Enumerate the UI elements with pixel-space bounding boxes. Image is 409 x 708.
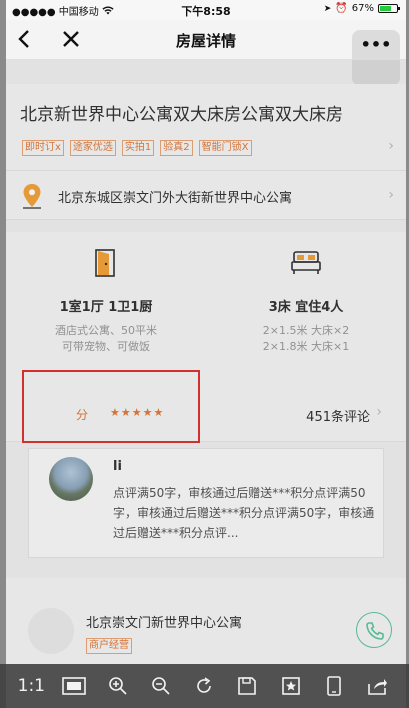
avatar (49, 457, 93, 501)
rotate-icon (197, 677, 211, 693)
battery-icon (378, 4, 400, 13)
battery-fill (380, 6, 391, 11)
rotate-button[interactable] (190, 672, 218, 700)
layout-sub-line: 可带宠物、可做饭 (62, 340, 150, 353)
chevron-right-icon: › (388, 187, 394, 203)
page-title: 房屋详情 (175, 32, 236, 50)
layout-title: 1室1厅 1卫1厨 (59, 300, 153, 315)
zoom-in-icon (108, 677, 127, 695)
merchant-name: 北京崇文门新世界中心公寓 (86, 616, 243, 631)
address-text: 北京东城区崇文门外大街新世界中心公寓 (58, 191, 293, 206)
chevron-right-icon: › (376, 404, 382, 420)
tag-preferred: 途家优选 (69, 140, 116, 156)
tag-smart-lock: 智能门锁X (198, 140, 252, 156)
review-count: 451条评论 (306, 410, 370, 425)
fit-screen-icon (62, 677, 87, 695)
beds-title: 3床 宜住4人 (268, 300, 344, 315)
share-icon (368, 679, 388, 695)
location-arrow-icon: ➤ (323, 3, 332, 14)
map-pin-icon (23, 184, 41, 209)
zoom-out-button[interactable] (147, 672, 175, 700)
nav-bar: 房屋详情 ••• (6, 20, 406, 86)
share-button[interactable] (363, 672, 391, 700)
highlight-box (22, 370, 200, 443)
layout-info: 1室1厅 1卫1厨 酒店式公寓、50平米 可带宠物、可做饭 (6, 232, 206, 355)
battery-percent: 67% (351, 3, 374, 14)
beds-info: 3床 宜住4人 2×1.5米 大床×2 2×1.8米 大床×1 (206, 232, 406, 355)
door-icon (95, 249, 115, 277)
tag-real-photos: 实拍1 (121, 140, 155, 156)
status-bar: ●●●●● 中国移动 下午8:58 ➤ ⏰ 67% (6, 0, 406, 20)
tag-verified: 验真2 (160, 140, 193, 156)
layout-sub-line: 酒店式公寓、50平米 (55, 324, 157, 337)
listing-header[interactable] (6, 84, 406, 170)
bookmark-button[interactable] (277, 672, 305, 700)
call-button[interactable] (356, 612, 392, 648)
merchant-row[interactable]: 北京崇文门新世界中心公寓 商户经营 (6, 578, 406, 668)
merchant-tag: 商户经营 (86, 638, 132, 654)
viewer-toolbar: 1:1 (0, 664, 409, 708)
room-info: 1室1厅 1卫1厨 酒店式公寓、50平米 可带宠物、可做饭 3床 宜住4人 2×… (6, 232, 406, 370)
layout-subtext: 酒店式公寓、50平米 可带宠物、可做饭 (6, 323, 206, 355)
listing-title: 北京新世界中心公寓双大床房公寓双大床房 (20, 105, 343, 125)
reviewer-name: li (113, 459, 122, 474)
zoom-in-button[interactable] (104, 672, 132, 700)
review-text: 点评满50字，审核通过后赠送***积分点评满50字，审核通过后赠送***积分点评… (113, 486, 375, 540)
review-card[interactable]: li 点评满50字，审核通过后赠送***积分点评满50字，审核通过后赠送***积… (28, 448, 384, 558)
phone-icon (366, 622, 384, 640)
address-row[interactable]: 北京东城区崇文门外大街新世界中心公寓 › (6, 170, 406, 220)
device-icon (327, 676, 341, 696)
more-menu-button[interactable]: ••• (352, 30, 400, 86)
alarm-icon: ⏰ (335, 3, 348, 14)
save-icon (238, 677, 257, 695)
beds-subtext: 2×1.5米 大床×2 2×1.8米 大床×1 (206, 323, 406, 355)
listing-tags: 即时订x 途家优选 实拍1 验真2 智能门锁X (22, 140, 252, 156)
app-screen: ●●●●● 中国移动 下午8:58 ➤ ⏰ 67% 房屋详情 ••• 北京新世界… (6, 0, 406, 708)
beds-sub-line: 2×1.8米 大床×1 (262, 340, 350, 353)
bed-icon (291, 251, 321, 274)
chevron-right-icon: › (388, 138, 394, 154)
tag-instant-book: 即时订x (22, 140, 64, 156)
actual-size-button[interactable]: 1:1 (18, 676, 45, 696)
device-button[interactable] (320, 672, 348, 700)
zoom-out-icon (152, 677, 170, 695)
save-button[interactable] (233, 672, 261, 700)
beds-sub-line: 2×1.5米 大床×2 (262, 324, 350, 337)
fit-screen-button[interactable] (60, 672, 88, 700)
status-icons: ➤ ⏰ 67% (323, 3, 400, 14)
merchant-logo (28, 608, 74, 654)
bookmark-star-icon (281, 677, 300, 695)
